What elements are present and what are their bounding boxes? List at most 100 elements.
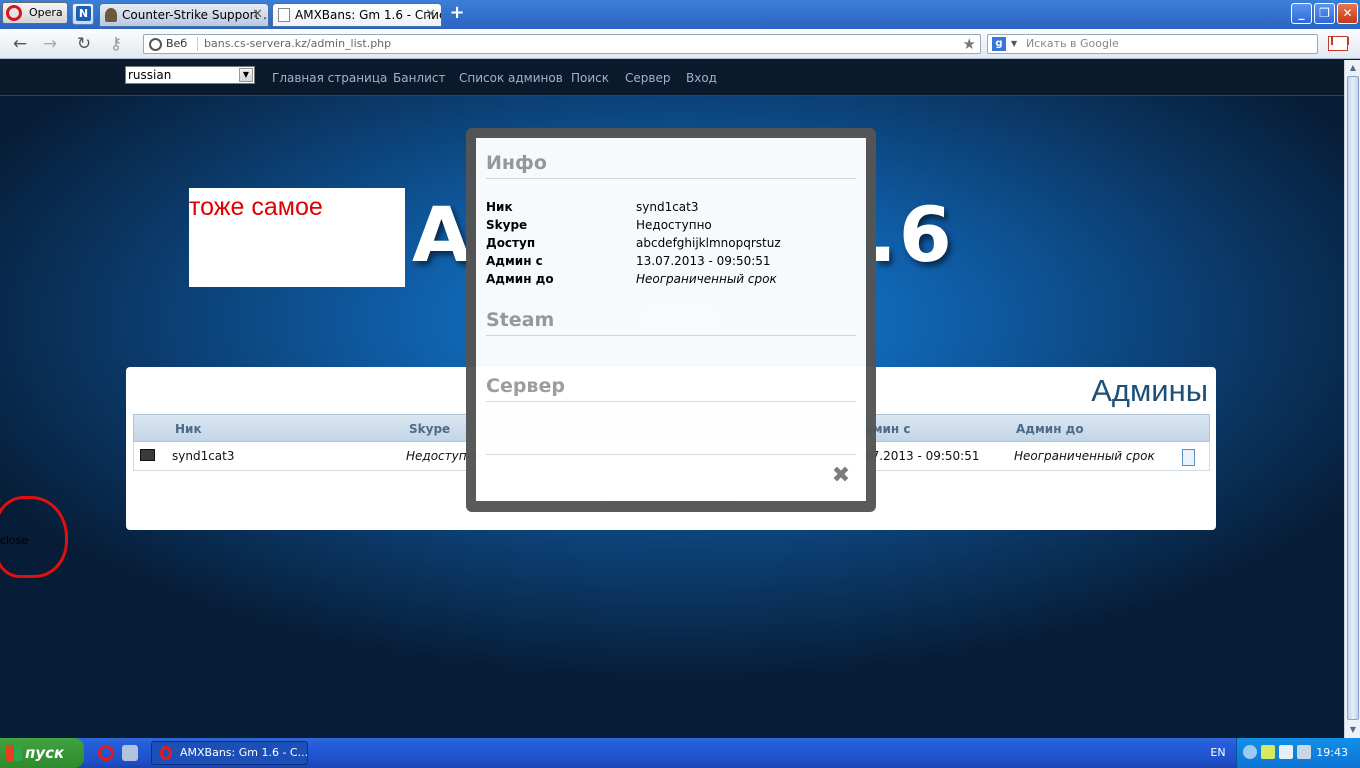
address-bar[interactable]: Веб bans.cs-servera.kz/admin_list.php ★ [143,34,981,54]
info-label: Админ до [486,272,554,286]
os-taskbar: пуск AMXBans: Gm 1.6 - С... EN 19:43 [0,738,1360,768]
system-tray: 19:43 [1236,738,1360,768]
scroll-up-arrow-icon[interactable]: ▲ [1345,60,1360,76]
column-header-admin-until[interactable]: Админ до [1016,422,1084,436]
key-icon[interactable]: ⚷ [105,34,127,54]
address-mode-label: Веб [166,37,188,50]
quick-launch-opera-icon[interactable] [98,745,114,761]
nav-link-login[interactable]: Вход [686,71,717,85]
nav-link-server[interactable]: Сервер [625,71,670,85]
reload-button[interactable]: ↻ [73,34,95,54]
speed-dial-icon: N [76,6,91,21]
site-logo-left: A [412,190,473,279]
search-field[interactable]: g ▼ Искать в Google [987,34,1318,54]
opera-menu-button[interactable]: Opera [2,2,68,24]
tab-close-icon[interactable]: ✕ [425,4,436,26]
tab-title: Counter-Strike Support ... [122,8,269,22]
browser-tabbar: Opera N Counter-Strike Support ... ✕ AMX… [0,0,1360,29]
bookmark-star-icon[interactable]: ★ [963,35,976,53]
window-close-button[interactable]: ✕ [1337,3,1358,24]
info-label: Доступ [486,236,536,250]
back-button[interactable]: ← [9,34,31,54]
tab-title: AMXBans: Gm 1.6 - Спис... [295,8,442,22]
opera-logo-icon [6,5,22,21]
annotation-note: тоже самое [189,188,405,287]
cell-admin-since: 07.2013 - 09:50:51 [864,449,980,463]
admin-details-modal: Инфо Ник synd1cat3 Skype Недоступно Дост… [466,128,876,512]
cell-nick: synd1cat3 [172,449,235,463]
language-indicator[interactable]: EN [1204,738,1232,768]
tab-amxbans[interactable]: AMXBans: Gm 1.6 - Спис... ✕ [272,3,442,27]
info-value: synd1cat3 [636,200,699,214]
server-heading: Сервер [486,375,856,402]
new-tab-button[interactable]: + [447,4,467,24]
quick-launch-network-icon[interactable] [122,745,138,761]
taskbar-window-title: AMXBans: Gm 1.6 - С... [180,746,308,759]
globe-icon [149,38,162,51]
page-scrollbar[interactable]: ▲ ▼ [1344,60,1360,738]
admins-title: Админы [1091,373,1208,408]
tray-volume-icon[interactable] [1297,745,1311,759]
info-label: Ник [486,200,513,214]
scroll-down-arrow-icon[interactable]: ▼ [1345,722,1360,738]
info-row-access: Доступ abcdefghijklmnopqrstuz [486,236,856,254]
search-placeholder[interactable]: Искать в Google [1026,35,1119,53]
info-label: Skype [486,218,528,232]
windows-flag-icon [6,745,22,761]
modal-content: Инфо Ник synd1cat3 Skype Недоступно Дост… [476,138,866,501]
clock: 19:43 [1316,746,1348,759]
window-restore-button[interactable]: ❐ [1314,3,1335,24]
start-label: пуск [25,744,65,762]
nav-link-home[interactable]: Главная страница [272,71,387,85]
info-row-admin-since: Админ с 13.07.2013 - 09:50:51 [486,254,856,272]
close-icon[interactable]: ✖ [830,465,852,487]
speed-dial-tab[interactable]: N [72,3,94,25]
browser-navbar: ← → ↻ ⚷ Веб bans.cs-servera.kz/admin_lis… [0,29,1360,59]
info-heading: Инфо [486,152,856,179]
info-value: 13.07.2013 - 09:50:51 [636,254,771,268]
info-row-nick: Ник synd1cat3 [486,200,856,218]
steam-heading: Steam [486,309,856,336]
mail-icon[interactable] [1328,36,1348,51]
site-header: russian ▼ Главная страница Банлист Списо… [0,60,1344,96]
taskbar-window-button[interactable]: AMXBans: Gm 1.6 - С... [151,741,308,765]
start-button[interactable]: пуск [0,738,84,768]
forward-button[interactable]: → [39,34,61,54]
nav-link-search[interactable]: Поиск [571,71,609,85]
scrollbar-thumb[interactable] [1347,76,1359,720]
details-document-icon[interactable] [1182,449,1195,466]
page-favicon-icon [278,8,290,22]
annotation-note-text: тоже самое [189,193,323,221]
tab-counter-strike-support[interactable]: Counter-Strike Support ... ✕ [99,3,269,27]
chevron-down-icon[interactable]: ▼ [1011,35,1017,53]
address-url[interactable]: bans.cs-servera.kz/admin_list.php [204,35,391,53]
cs-favicon-icon [105,8,117,22]
google-icon[interactable]: g [992,37,1006,51]
site-logo-right: .6 [868,190,954,279]
info-value: abcdefghijklmnopqrstuz [636,236,781,250]
tab-close-icon[interactable]: ✕ [252,4,263,26]
close-hint-text[interactable]: close [0,533,28,547]
column-header-skype[interactable]: Skype [409,422,450,436]
opera-menu-label: Opera [29,6,63,19]
address-separator [197,37,198,51]
tray-arrow-icon[interactable] [1243,745,1257,759]
nav-link-admin-list[interactable]: Список админов [459,71,563,85]
language-select[interactable]: russian ▼ [125,66,255,84]
window-minimize-button[interactable]: _ [1291,3,1312,24]
language-selected-value: russian [128,68,172,82]
info-row-skype: Skype Недоступно [486,218,856,236]
info-value: Недоступно [636,218,712,232]
chevron-down-icon[interactable]: ▼ [239,68,253,82]
info-row-admin-until: Админ до Неограниченный срок [486,272,856,290]
opera-icon [160,746,172,760]
page-viewport: russian ▼ Главная страница Банлист Списо… [0,60,1344,738]
info-value: Неограниченный срок [636,272,777,286]
tray-network-icon[interactable] [1279,745,1293,759]
modal-divider [486,454,856,455]
tray-app-icon[interactable] [1261,745,1275,759]
steam-icon [140,449,155,461]
cell-admin-until: Неограниченный срок [1014,449,1155,463]
column-header-nick[interactable]: Ник [175,422,202,436]
nav-link-banlist[interactable]: Банлист [393,71,446,85]
